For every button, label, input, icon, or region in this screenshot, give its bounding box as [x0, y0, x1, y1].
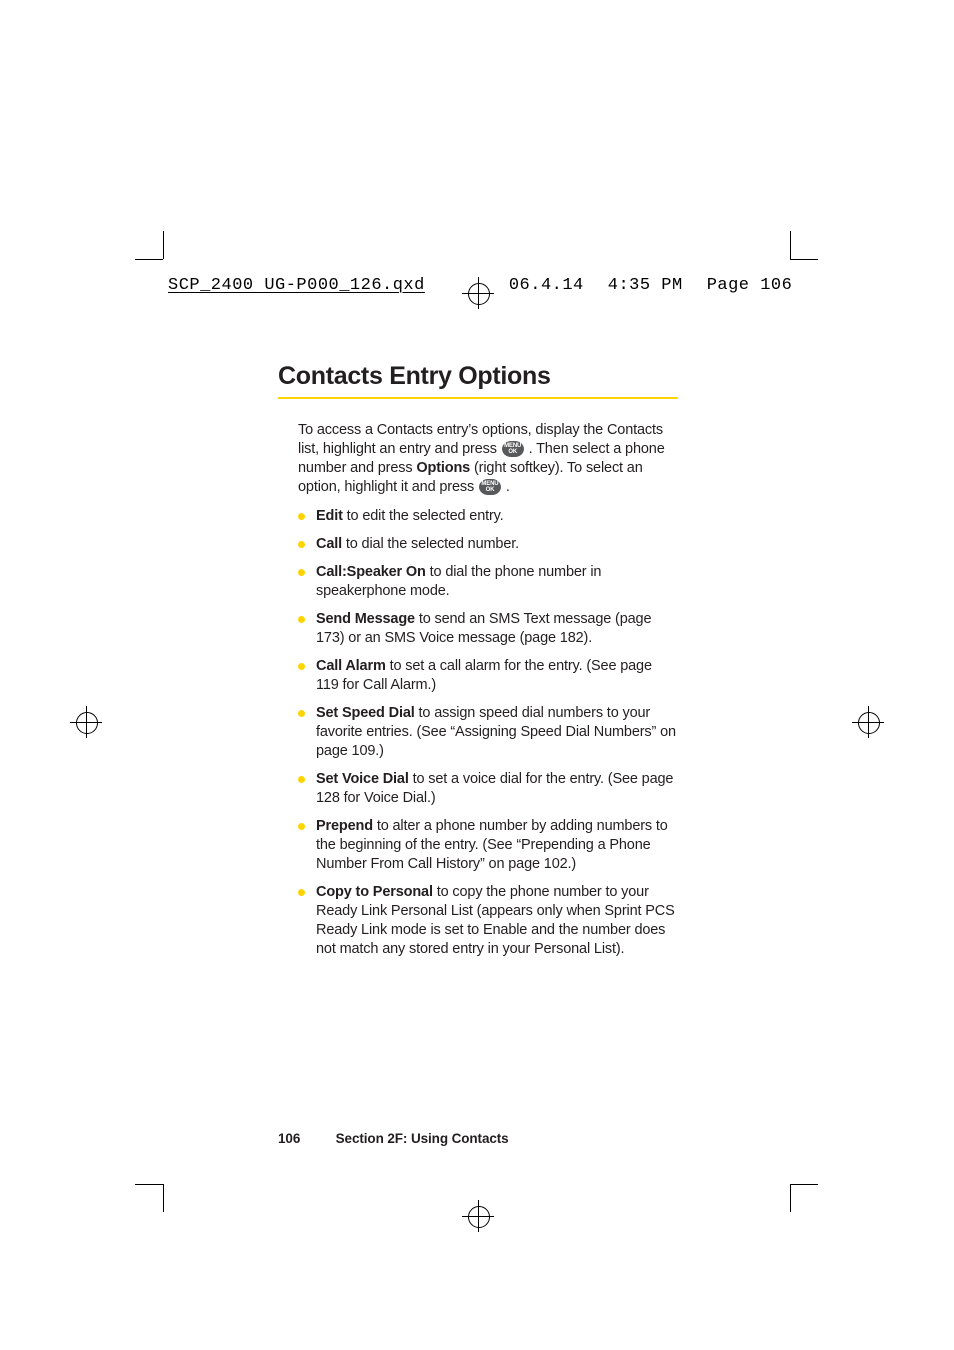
crop-mark	[163, 231, 164, 259]
option-name: Call Alarm	[316, 658, 386, 674]
options-list: Edit to edit the selected entry. Call to…	[298, 507, 678, 959]
list-item: Send Message to send an SMS Text message…	[298, 610, 678, 648]
option-desc: to edit the selected entry.	[343, 508, 504, 524]
page: SCP_2400 UG-P000_126.qxd 06.4.14 4:35 PM…	[0, 0, 954, 1350]
option-name: Call	[316, 536, 342, 552]
crop-mark	[135, 1184, 163, 1185]
crop-mark	[790, 259, 818, 260]
list-item: Edit to edit the selected entry.	[298, 507, 678, 526]
option-desc: to dial the selected number.	[342, 536, 519, 552]
option-name: Set Speed Dial	[316, 705, 415, 721]
crop-mark	[790, 1184, 818, 1185]
option-name: Send Message	[316, 611, 415, 627]
list-item: Set Speed Dial to assign speed dial numb…	[298, 704, 678, 761]
list-item: Copy to Personal to copy the phone numbe…	[298, 883, 678, 959]
list-item: Call Alarm to set a call alarm for the e…	[298, 657, 678, 695]
option-name: Set Voice Dial	[316, 771, 409, 787]
crop-mark	[790, 231, 791, 259]
page-footer: 106 Section 2F: Using Contacts	[278, 1131, 509, 1146]
list-item: Prepend to alter a phone number by addin…	[298, 817, 678, 874]
slug-date: 06.4.14	[509, 276, 584, 295]
list-item: Set Voice Dial to set a voice dial for t…	[298, 770, 678, 808]
options-softkey-label: Options	[416, 460, 470, 476]
slug-time: 4:35 PM	[608, 276, 683, 295]
registration-mark-icon	[852, 706, 884, 738]
intro-text: .	[502, 479, 510, 495]
print-slug: SCP_2400 UG-P000_126.qxd 06.4.14 4:35 PM…	[168, 276, 792, 295]
option-name: Prepend	[316, 818, 373, 834]
crop-mark	[135, 259, 163, 260]
menu-ok-icon: MENUOK	[479, 479, 501, 495]
option-name: Edit	[316, 508, 343, 524]
option-name: Call:Speaker On	[316, 564, 426, 580]
content-area: Contacts Entry Options To access a Conta…	[278, 362, 678, 968]
section-label: Section 2F: Using Contacts	[336, 1131, 509, 1146]
page-number: 106	[278, 1131, 332, 1146]
intro-paragraph: To access a Contacts entry’s options, di…	[298, 421, 678, 497]
title-rule	[278, 397, 678, 399]
crop-mark	[163, 1184, 164, 1212]
page-title: Contacts Entry Options	[278, 362, 678, 397]
registration-mark-icon	[462, 1200, 494, 1232]
crop-mark	[790, 1184, 791, 1212]
option-name: Copy to Personal	[316, 884, 433, 900]
list-item: Call to dial the selected number.	[298, 535, 678, 554]
slug-page: Page 106	[707, 276, 793, 295]
slug-filename: SCP_2400 UG-P000_126.qxd	[168, 276, 485, 295]
list-item: Call:Speaker On to dial the phone number…	[298, 563, 678, 601]
registration-mark-icon	[70, 706, 102, 738]
menu-ok-icon: MENUOK	[502, 441, 524, 457]
